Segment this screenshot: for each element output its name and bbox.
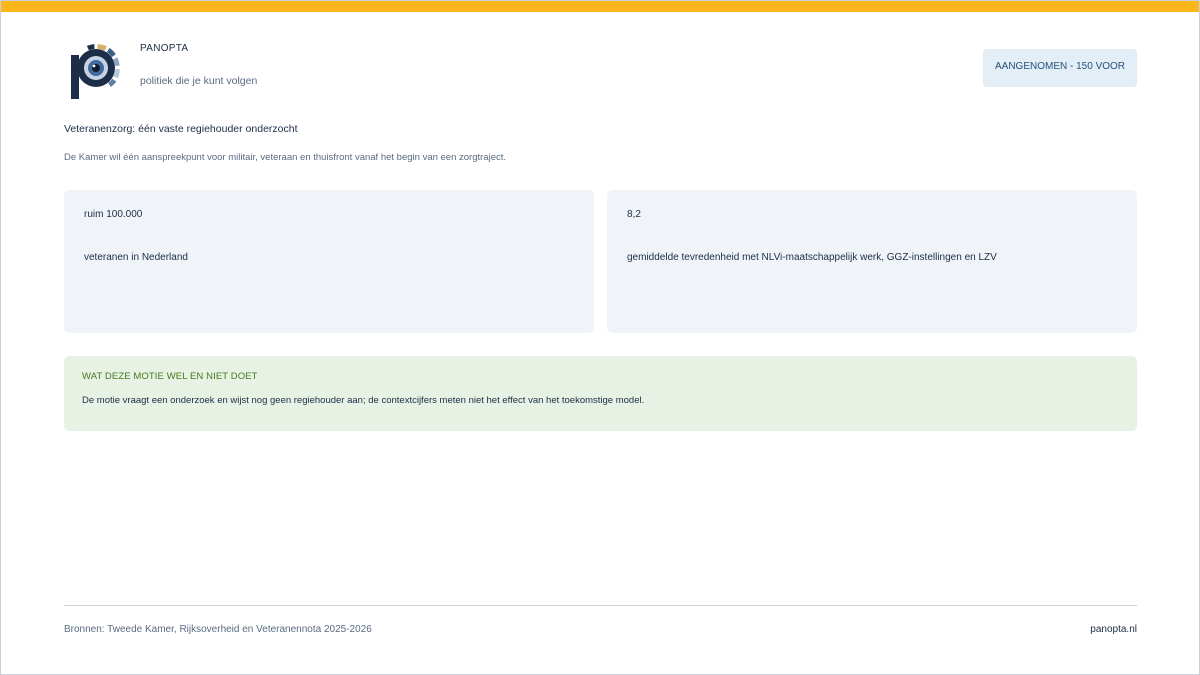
stat-label: veteranen in Nederland [84,252,188,263]
page-title: Veteranenzorg: één vaste regiehouder ond… [64,123,298,135]
share-card: PANOPTA politiek die je kunt volgen AANG… [0,0,1200,675]
stat-value: ruim 100.000 [84,209,143,220]
page-subtitle: De Kamer wil één aanspreekpunt voor mili… [64,152,507,163]
note-text: De motie vraagt een onderzoek en wijst n… [82,395,645,406]
brand-tagline: politiek die je kunt volgen [140,75,258,87]
website-link[interactable]: panopta.nl [1090,624,1137,635]
motion-scope-note: WAT DEZE MOTIE WEL EN NIET DOET De motie… [64,356,1137,431]
stat-value: 8,2 [627,209,641,220]
accent-bar [1,1,1199,12]
note-heading: WAT DEZE MOTIE WEL EN NIET DOET [82,371,258,382]
brand-name: PANOPTA [140,43,189,54]
status-badge: AANGENOMEN - 150 VOOR [983,49,1137,87]
stat-card-veterans: ruim 100.000 veteranen in Nederland [64,190,594,333]
footer-divider [64,605,1137,606]
panopta-eye-logo-icon [68,41,122,101]
stat-label: gemiddelde tevredenheid met NLVi-maatsch… [627,252,997,263]
stat-card-satisfaction: 8,2 gemiddelde tevredenheid met NLVi-maa… [607,190,1137,333]
footer-sources: Bronnen: Tweede Kamer, Rijksoverheid en … [64,624,372,635]
